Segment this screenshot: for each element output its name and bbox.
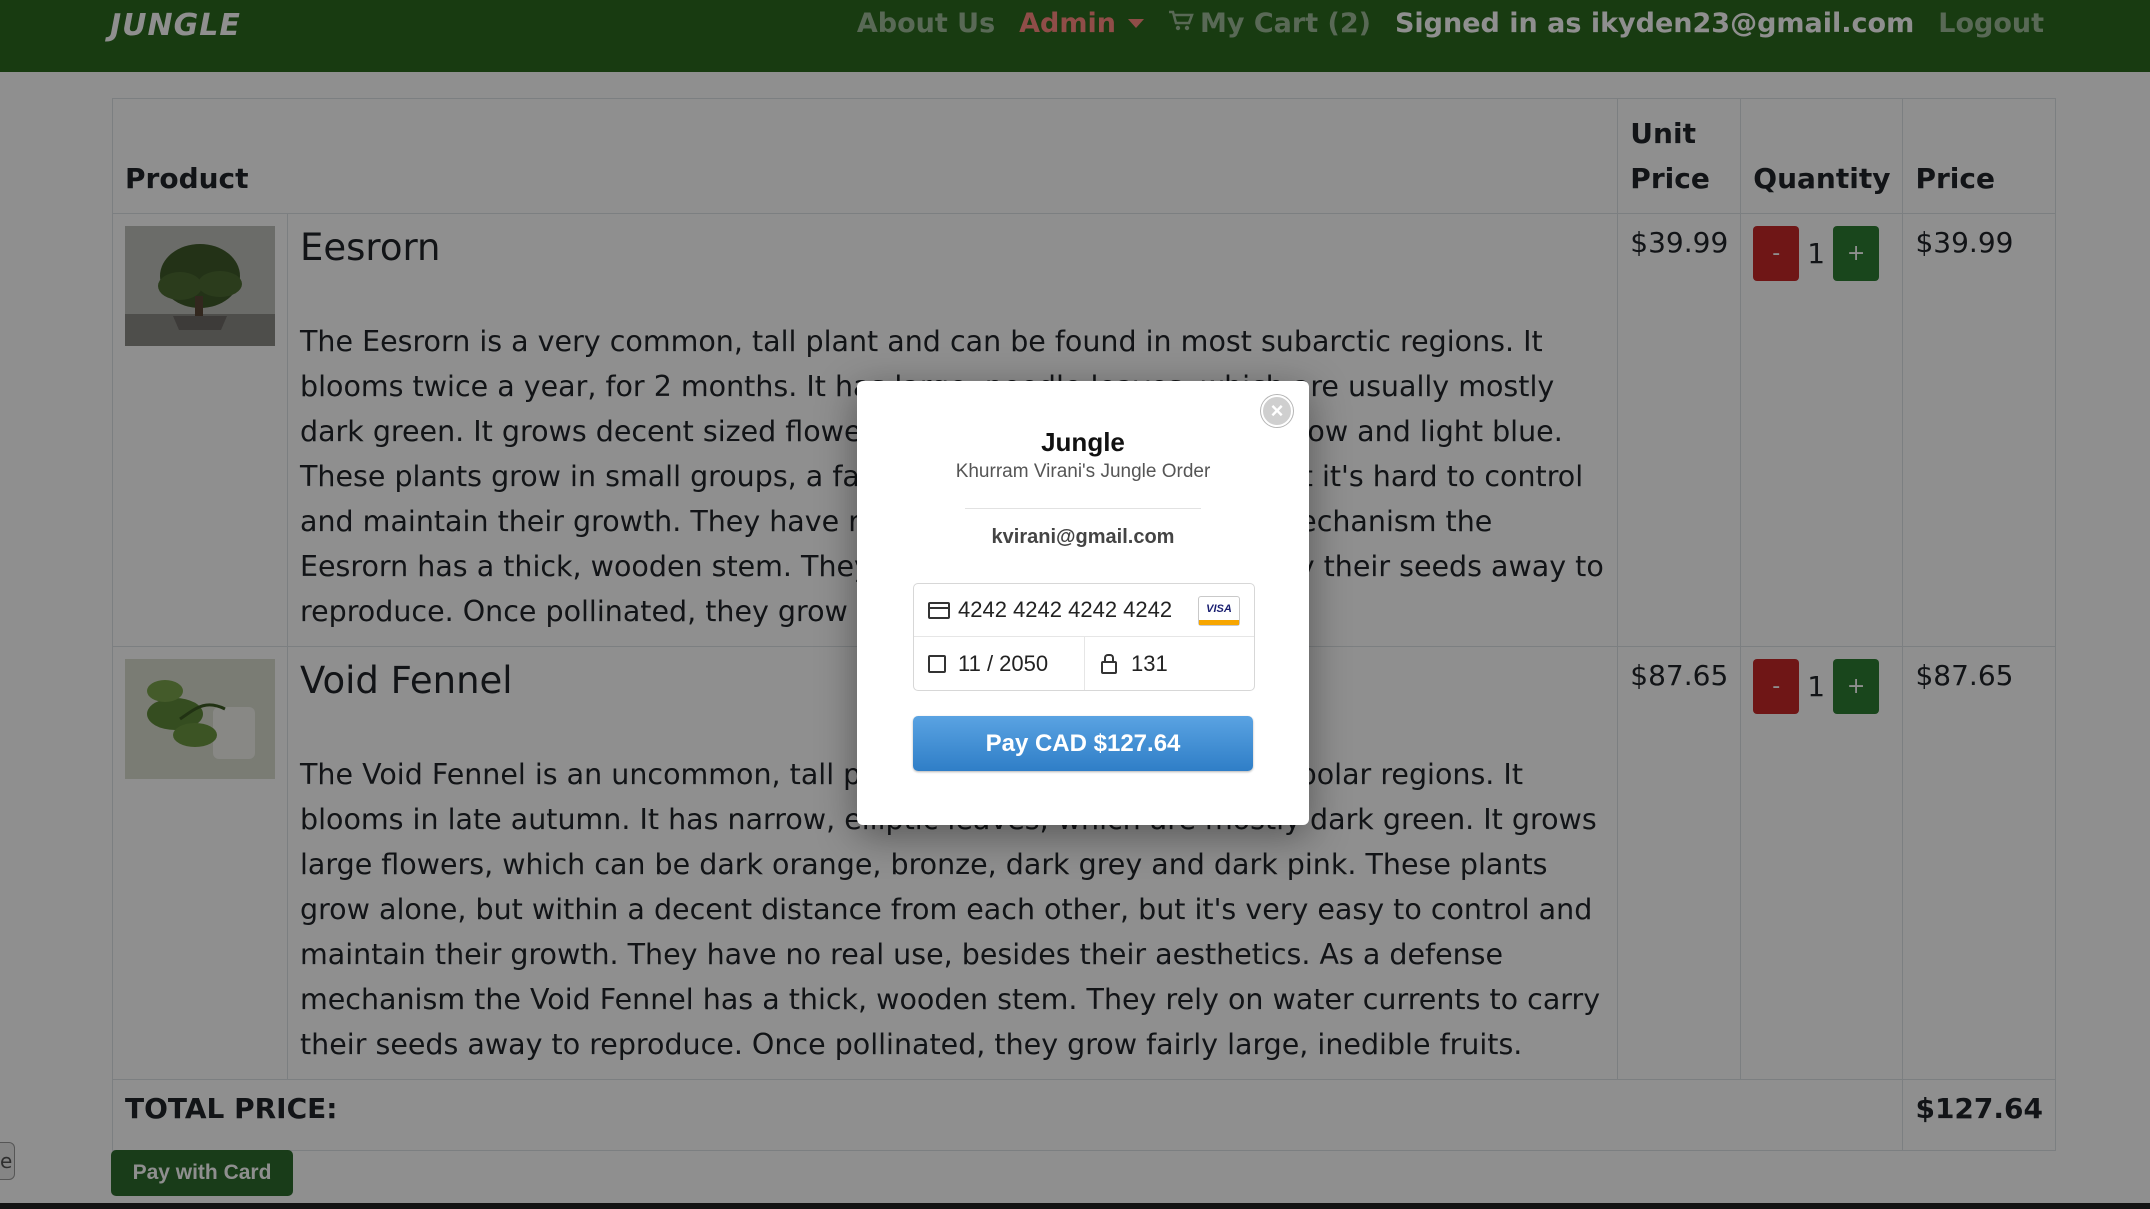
modal-subtitle: Khurram Virani's Jungle Order: [955, 461, 1211, 482]
credit-card-icon: [928, 602, 950, 619]
visa-logo: VISA: [1198, 596, 1240, 626]
modal-title: Jungle: [1041, 427, 1125, 457]
card-number-value: 4242 4242 4242 4242: [958, 597, 1173, 622]
card-cvc-value: 131: [1131, 651, 1168, 676]
card-expiry-value: 11 / 2050: [958, 651, 1049, 676]
close-icon[interactable]: ×: [1261, 395, 1293, 427]
checkout-modal: × Jungle Khurram Virani's Jungle Order k…: [857, 381, 1309, 825]
calendar-icon: [928, 655, 946, 673]
card-expiry-field[interactable]: 11 / 2050: [914, 637, 1085, 690]
pay-button[interactable]: Pay CAD $127.64: [913, 716, 1253, 771]
modal-email: kvirani@gmail.com: [991, 526, 1175, 548]
card-cvc-field[interactable]: 131: [1085, 637, 1254, 690]
lock-icon: [1101, 654, 1117, 674]
card-number-field[interactable]: 4242 4242 4242 4242 VISA: [914, 584, 1254, 637]
card-form: 4242 4242 4242 4242 VISA 11 / 2050 131: [913, 583, 1255, 691]
modal-divider: [965, 508, 1201, 509]
